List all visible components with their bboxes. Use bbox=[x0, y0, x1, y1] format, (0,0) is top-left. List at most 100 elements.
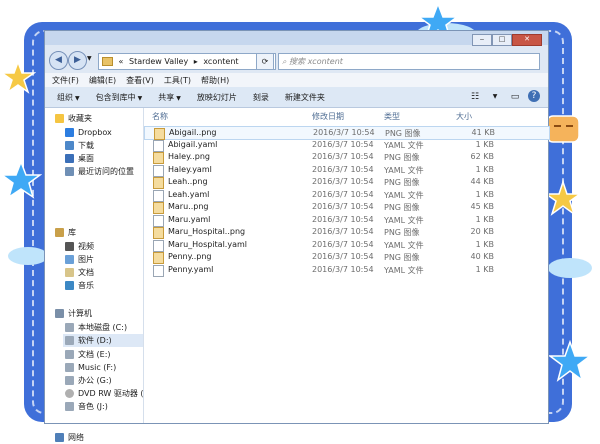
file-size: 41 KB bbox=[471, 128, 495, 137]
sidebar-item-label: 最近访问的位置 bbox=[78, 167, 134, 176]
file-name: Abigail.yaml bbox=[168, 139, 218, 149]
sidebar-item-documents[interactable]: 文档 bbox=[65, 266, 94, 279]
menu-file[interactable]: 文件(F) bbox=[52, 75, 79, 86]
file-date: 2016/3/7 10:54 bbox=[312, 177, 374, 186]
column-modified[interactable]: 修改日期 bbox=[312, 111, 344, 122]
file-size: 1 KB bbox=[475, 214, 494, 224]
close-button[interactable]: ✕ bbox=[512, 34, 542, 46]
file-size: 1 KB bbox=[475, 189, 494, 199]
sidebar-item-drive-g[interactable]: 办公 (G:) bbox=[65, 374, 112, 387]
yaml-file-icon bbox=[153, 214, 164, 227]
sidebar-network-label: 网络 bbox=[68, 433, 84, 442]
png-file-icon bbox=[153, 202, 164, 214]
sidebar-item-label: 视频 bbox=[78, 242, 94, 251]
table-row[interactable]: Maru.yaml 2016/3/7 10:54 YAML 文件 1 KB bbox=[144, 214, 548, 227]
sidebar-computer[interactable]: 计算机 bbox=[55, 307, 92, 320]
table-row[interactable]: Penny..png 2016/3/7 10:54 PNG 图像 40 KB bbox=[144, 251, 548, 264]
sidebar-item-recent[interactable]: 最近访问的位置 bbox=[65, 165, 134, 178]
yaml-file-icon bbox=[153, 189, 164, 202]
new-folder-button[interactable]: 新建文件夹 bbox=[285, 92, 325, 103]
file-list: 名称 修改日期 类型 大小 Abigail..png 2016/3/7 10:54… bbox=[144, 108, 550, 423]
help-icon[interactable]: ? bbox=[528, 90, 540, 102]
sidebar-item-music[interactable]: 音乐 bbox=[65, 279, 94, 292]
search-input[interactable]: ⌕ 搜索 xcontent bbox=[278, 53, 540, 70]
menu-tools[interactable]: 工具(T) bbox=[164, 75, 191, 86]
table-row[interactable]: Haley..png 2016/3/7 10:54 PNG 图像 62 KB bbox=[144, 151, 548, 164]
dvd-icon bbox=[65, 389, 74, 398]
column-name[interactable]: 名称 bbox=[152, 111, 168, 122]
view-options-icon[interactable]: ☷ bbox=[468, 90, 482, 104]
maximize-button[interactable]: □ bbox=[492, 34, 512, 46]
command-toolbar: 组织 ▼ 包含到库中 ▼ 共享 ▼ 放映幻灯片 刻录 新建文件夹 ☷ ▼ ▭ ? bbox=[45, 87, 548, 108]
burn-button[interactable]: 刻录 bbox=[253, 92, 269, 103]
sidebar-item-label: Music (F:) bbox=[78, 363, 117, 372]
sidebar-item-label: 办公 (G:) bbox=[78, 376, 112, 385]
sidebar-item-drive-c[interactable]: 本地磁盘 (C:) bbox=[65, 321, 127, 334]
breadcrumb-separator[interactable]: ▸ bbox=[194, 57, 198, 66]
sidebar-item-downloads[interactable]: 下载 bbox=[65, 139, 94, 152]
column-type[interactable]: 类型 bbox=[384, 111, 400, 122]
navigation-pane: 收藏夹 Dropbox 下载 桌面 最近访问的位置 库 视频 图片 文档 音乐 … bbox=[45, 108, 152, 442]
table-row[interactable]: Maru_Hospital.yaml 2016/3/7 10:54 YAML 文件 1… bbox=[144, 239, 548, 252]
table-row[interactable]: Maru_Hospital..png 2016/3/7 10:54 PNG 图像 20… bbox=[144, 226, 548, 239]
explorer-window: ‒ □ ✕ ◀ ▶ ▼ « Stardew Valley ▸ xcontent … bbox=[44, 30, 550, 442]
refresh-icon[interactable]: ⟳ bbox=[256, 53, 274, 70]
menu-view[interactable]: 查看(V) bbox=[126, 75, 154, 86]
menu-help[interactable]: 帮助(H) bbox=[201, 75, 229, 86]
recent-places-icon bbox=[65, 167, 74, 176]
slideshow-button[interactable]: 放映幻灯片 bbox=[197, 92, 237, 103]
forward-arrow-icon[interactable]: ▶ bbox=[68, 51, 87, 70]
table-row[interactable]: Leah.yaml 2016/3/7 10:54 YAML 文件 1 KB bbox=[144, 189, 548, 202]
folder-icon bbox=[102, 57, 113, 66]
sidebar-item-videos[interactable]: 视频 bbox=[65, 240, 94, 253]
title-bar: ‒ □ ✕ bbox=[45, 31, 548, 46]
sidebar-item-drive-d[interactable]: 软件 (D:) bbox=[63, 334, 143, 347]
address-bar[interactable]: « Stardew Valley ▸ xcontent bbox=[98, 53, 276, 70]
file-date: 2016/3/7 10:54 bbox=[312, 152, 374, 161]
sidebar-libraries[interactable]: 库 bbox=[55, 226, 76, 239]
sidebar-item-pictures[interactable]: 图片 bbox=[65, 253, 94, 266]
preview-pane-icon[interactable]: ▭ bbox=[508, 90, 522, 104]
table-row[interactable]: Penny.yaml 2016/3/7 10:54 YAML 文件 1 KB bbox=[144, 264, 548, 277]
sidebar-favorites[interactable]: 收藏夹 bbox=[55, 112, 92, 125]
share-button[interactable]: 共享 ▼ bbox=[158, 92, 181, 103]
sidebar-item-label: 音色 (J:) bbox=[78, 402, 108, 411]
file-name: Maru_Hospital.yaml bbox=[168, 239, 247, 249]
sidebar-item-drive-e[interactable]: 文档 (E:) bbox=[65, 348, 111, 361]
organize-label: 组织 bbox=[57, 92, 73, 102]
organize-button[interactable]: 组织 ▼ bbox=[57, 92, 80, 103]
menu-edit[interactable]: 编辑(E) bbox=[89, 75, 116, 86]
file-type: YAML 文件 bbox=[384, 190, 424, 200]
sidebar-item-drive-f[interactable]: Music (F:) bbox=[65, 361, 116, 374]
drive-icon bbox=[65, 350, 74, 359]
column-size[interactable]: 大小 bbox=[456, 111, 472, 122]
file-name: Haley..png bbox=[168, 152, 210, 161]
table-row[interactable]: Abigail.yaml 2016/3/7 10:54 YAML 文件 1 KB bbox=[144, 139, 548, 152]
dropbox-icon bbox=[65, 128, 74, 137]
sidebar-item-dropbox[interactable]: Dropbox bbox=[65, 126, 112, 139]
minimize-button[interactable]: ‒ bbox=[472, 34, 492, 46]
chevron-down-icon: ▼ bbox=[75, 94, 80, 102]
chevron-down-icon: ▼ bbox=[137, 94, 143, 102]
png-file-icon bbox=[153, 252, 164, 264]
table-row[interactable]: Maru..png 2016/3/7 10:54 PNG 图像 45 KB bbox=[144, 201, 548, 214]
file-size: 1 KB bbox=[475, 164, 494, 174]
sidebar-item-drive-j[interactable]: 音色 (J:) bbox=[65, 400, 108, 413]
history-dropdown-icon[interactable]: ▼ bbox=[87, 55, 92, 62]
sidebar-item-desktop[interactable]: 桌面 bbox=[65, 152, 94, 165]
include-in-library-button[interactable]: 包含到库中 ▼ bbox=[96, 92, 143, 103]
chevron-down-icon[interactable]: ▼ bbox=[488, 90, 502, 104]
sidebar-network[interactable]: 网络 bbox=[55, 431, 84, 444]
yaml-file-icon bbox=[153, 164, 164, 177]
breadcrumb-xcontent[interactable]: xcontent bbox=[203, 57, 238, 66]
file-date: 2016/3/7 10:54 bbox=[312, 239, 374, 249]
sidebar-item-drive-h[interactable]: DVD RW 驱动器 (H: bbox=[65, 387, 152, 400]
table-row[interactable]: Haley.yaml 2016/3/7 10:54 YAML 文件 1 KB bbox=[144, 164, 548, 177]
file-size: 20 KB bbox=[470, 227, 494, 236]
breadcrumb-stardew-valley[interactable]: Stardew Valley bbox=[129, 57, 188, 66]
drive-icon bbox=[65, 323, 74, 332]
file-type: PNG 图像 bbox=[384, 178, 420, 187]
back-arrow-icon[interactable]: ◀ bbox=[49, 51, 68, 70]
star-decoration bbox=[544, 180, 582, 216]
table-row[interactable]: Leah..png 2016/3/7 10:54 PNG 图像 44 KB bbox=[144, 176, 548, 189]
